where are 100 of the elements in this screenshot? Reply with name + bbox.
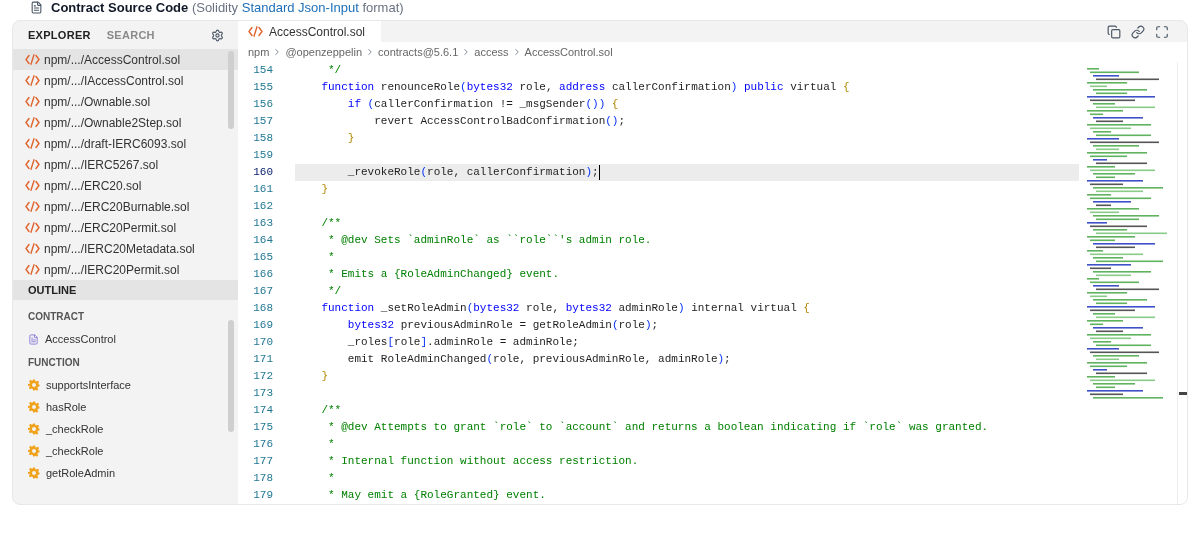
- code-line: * May emit a {RoleGranted} event.: [327, 488, 547, 504]
- code-icon: [25, 54, 40, 65]
- document-icon: [30, 1, 43, 14]
- line-number: 178: [252, 471, 273, 487]
- file-name: npm/.../IAccessControl.sol: [44, 72, 184, 90]
- line-number: 158: [252, 131, 273, 147]
- scrollbar-thumb[interactable]: [228, 320, 234, 432]
- file-name: npm/.../ERC20Burnable.sol: [44, 198, 190, 216]
- link-icon[interactable]: [1131, 24, 1145, 39]
- scrollbar-thumb[interactable]: [1179, 392, 1187, 395]
- code-line: *: [327, 250, 336, 266]
- breadcrumb-item[interactable]: access: [474, 43, 509, 61]
- code-line: * Internal function without access restriction.: [327, 454, 640, 470]
- code-line: *: [327, 437, 336, 453]
- code-line: _roles[role].adminRole = adminRole;: [346, 335, 580, 351]
- code-line: /**: [320, 403, 343, 419]
- line-number: 172: [252, 369, 273, 385]
- code-line: }: [346, 131, 356, 147]
- code-line: function _setRoleAdmin(bytes32 role, bytes32 adminRole) internal virtual {: [320, 301, 811, 317]
- code-icon: [25, 180, 40, 191]
- file-item[interactable]: npm/.../draft-IERC6093.sol: [13, 133, 238, 154]
- code-line: emit RoleAdminChanged(role, previousAdminRole, adminRole);: [346, 352, 732, 368]
- code-icon: [25, 264, 40, 275]
- code-line: *: [327, 471, 336, 487]
- editor-tab[interactable]: AccessControl.sol: [238, 21, 381, 42]
- line-number: 176: [252, 437, 273, 453]
- code-icon: [25, 243, 40, 254]
- file-name: npm/.../draft-IERC6093.sol: [44, 135, 187, 153]
- file-item[interactable]: npm/.../IAccessControl.sol: [13, 70, 238, 91]
- breadcrumb-item[interactable]: npm: [248, 43, 270, 61]
- code-icon: [25, 138, 40, 149]
- outline-header: OUTLINE: [13, 280, 238, 300]
- code-line: * @dev Sets `adminRole` as ``role``'s admin role.: [327, 233, 653, 249]
- line-number: 174: [252, 403, 273, 419]
- file-item[interactable]: npm/.../AccessControl.sol: [13, 49, 238, 70]
- gear-icon: [28, 423, 40, 435]
- file-name: npm/.../IERC5267.sol: [44, 156, 159, 174]
- file-item[interactable]: npm/.../IERC20Metadata.sol: [13, 238, 238, 259]
- outline-item[interactable]: _checkRole: [13, 418, 238, 440]
- file-name: npm/.../ERC20Permit.sol: [44, 219, 177, 237]
- line-number: 154: [252, 63, 273, 79]
- line-number: 179: [252, 488, 273, 504]
- code-line: /**: [320, 216, 343, 232]
- outline-item[interactable]: _checkRole: [13, 440, 238, 462]
- line-number: 155: [252, 80, 273, 96]
- code-line: */: [327, 284, 343, 300]
- breadcrumb-item[interactable]: contracts@5.6.1: [378, 43, 459, 61]
- code-line: bytes32 previousAdminRole = getRoleAdmin(role);: [346, 318, 660, 334]
- line-number: 164: [252, 233, 273, 249]
- breadcrumb-item[interactable]: @openzeppelin: [285, 43, 363, 61]
- code-line: function renounceRole(bytes32 role, address callerConfirmation) public virtual {: [320, 80, 851, 96]
- line-number: 175: [252, 420, 273, 436]
- line-number: 157: [252, 114, 273, 130]
- line-number: 168: [252, 301, 273, 317]
- file-item[interactable]: npm/.../ERC20Burnable.sol: [13, 196, 238, 217]
- settings-icon[interactable]: [211, 28, 224, 42]
- format-link[interactable]: Standard Json-Input: [241, 0, 359, 15]
- line-number: 177: [252, 454, 273, 470]
- code-line: */: [327, 63, 343, 79]
- file-name: npm/.../Ownable2Step.sol: [44, 114, 182, 132]
- sidebar-tab[interactable]: EXPLORER: [28, 26, 91, 44]
- code-line: revert AccessControlBadConfirmation();: [373, 114, 627, 130]
- gear-icon: [28, 467, 40, 479]
- breadcrumb-item[interactable]: AccessControl.sol: [524, 43, 613, 61]
- code-line: * Emits a {RoleAdminChanged} event.: [327, 267, 561, 283]
- file-item[interactable]: npm/.../IERC20Permit.sol: [13, 259, 238, 280]
- code-line: }: [320, 369, 329, 385]
- line-number: 163: [252, 216, 273, 232]
- file-item[interactable]: npm/.../Ownable2Step.sol: [13, 112, 238, 133]
- file-item[interactable]: npm/.../ERC20.sol: [13, 175, 238, 196]
- file-item[interactable]: npm/.../IERC5267.sol: [13, 154, 238, 175]
- line-number: 161: [252, 182, 273, 198]
- copy-icon[interactable]: [1107, 24, 1121, 39]
- outline-item[interactable]: hasRole: [13, 396, 238, 418]
- outline-group-label: FUNCTION: [27, 355, 81, 370]
- text-cursor: [598, 165, 601, 180]
- line-number: 167: [252, 284, 273, 300]
- outline-item[interactable]: supportsInterface: [13, 374, 238, 396]
- outline-item[interactable]: AccessControl: [13, 328, 238, 350]
- outline-item[interactable]: getRoleAdmin: [13, 462, 238, 484]
- gear-icon: [28, 401, 40, 413]
- gear-icon: [28, 379, 40, 391]
- code-icon: [25, 117, 40, 128]
- line-number: 171: [252, 352, 273, 368]
- scrollbar-thumb[interactable]: [228, 51, 234, 129]
- code-icon: [25, 75, 40, 86]
- file-item[interactable]: npm/.../ERC20Permit.sol: [13, 217, 238, 238]
- line-number: 159: [252, 148, 273, 164]
- outline-group-label: CONTRACT: [27, 309, 86, 324]
- code-icon: [25, 201, 40, 212]
- file-item[interactable]: npm/.../Ownable.sol: [13, 91, 238, 112]
- code-line: }: [320, 182, 329, 198]
- code-icon: [25, 159, 40, 170]
- line-number: 173: [252, 386, 273, 402]
- line-number: 166: [252, 267, 273, 283]
- line-number: 169: [252, 318, 273, 334]
- code-icon: [25, 96, 40, 107]
- line-number: 170: [252, 335, 273, 351]
- fullscreen-icon[interactable]: [1155, 24, 1169, 39]
- gear-icon: [28, 445, 40, 457]
